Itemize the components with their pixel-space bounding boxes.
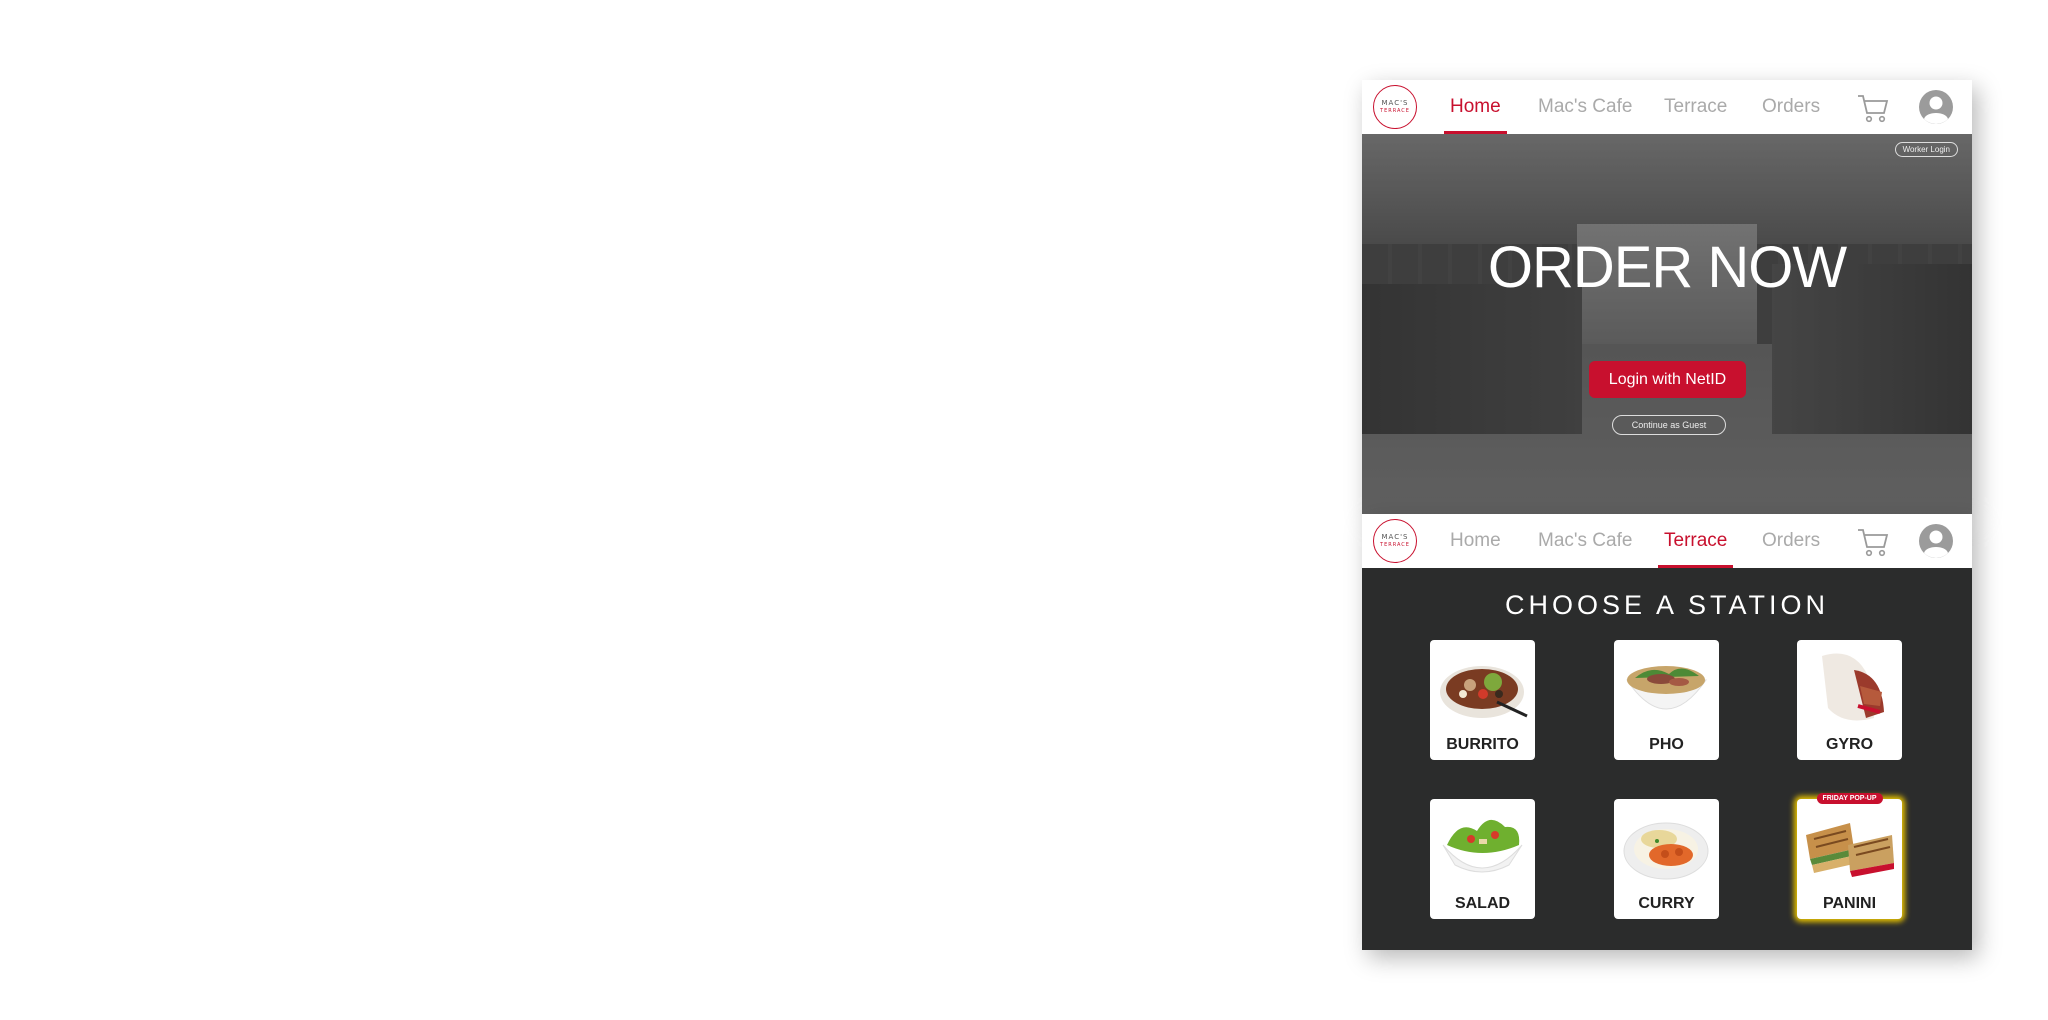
station-card-gyro[interactable]: GYRO bbox=[1797, 640, 1902, 760]
logo-text: MAC'S bbox=[1381, 99, 1409, 107]
pho-bowl-image bbox=[1626, 666, 1707, 710]
friday-popup-badge: FRIDAY POP-UP bbox=[1816, 793, 1883, 804]
station-label: PANINI bbox=[1822, 895, 1877, 912]
station-label: GYRO bbox=[1825, 736, 1874, 753]
station-card-salad[interactable]: SALAD bbox=[1430, 799, 1535, 919]
nav-home[interactable]: Home bbox=[1444, 80, 1507, 134]
logo-subtext: TERRACE bbox=[1380, 542, 1410, 548]
cart-icon[interactable] bbox=[1856, 92, 1890, 124]
profile-avatar-icon[interactable] bbox=[1919, 90, 1953, 124]
station-card-panini[interactable]: FRIDAY POP-UP PANINI bbox=[1797, 793, 1902, 919]
nav-orders[interactable]: Orders bbox=[1762, 514, 1820, 568]
nav-orders[interactable]: Orders bbox=[1762, 80, 1820, 134]
nav-terrace[interactable]: Terrace bbox=[1664, 80, 1727, 134]
gyro-image bbox=[1822, 653, 1884, 721]
cart-icon[interactable] bbox=[1856, 526, 1890, 558]
continue-as-guest-button[interactable]: Continue as Guest bbox=[1612, 415, 1726, 435]
logo[interactable]: MAC'S TERRACE bbox=[1373, 85, 1417, 129]
station-label: PHO bbox=[1649, 736, 1684, 753]
salad-image bbox=[1442, 819, 1523, 873]
station-label: BURRITO bbox=[1446, 736, 1519, 753]
login-netid-button[interactable]: Login with NetID bbox=[1589, 361, 1746, 398]
panini-image bbox=[1806, 823, 1894, 877]
logo[interactable]: MAC'S TERRACE bbox=[1373, 519, 1417, 563]
nav-home[interactable]: Home bbox=[1450, 514, 1501, 568]
profile-avatar-icon[interactable] bbox=[1919, 524, 1953, 558]
station-chooser: CHOOSE A STATION BURRITO PHO GYRO SALAD … bbox=[1362, 568, 1972, 950]
stations-title: CHOOSE A STATION bbox=[1504, 590, 1830, 620]
hero-banner: Worker Login ORDER NOW Login with NetID … bbox=[1362, 134, 1972, 514]
nav-macs-cafe[interactable]: Mac's Cafe bbox=[1538, 80, 1632, 134]
station-card-burrito[interactable]: BURRITO bbox=[1430, 640, 1535, 760]
station-label: SALAD bbox=[1454, 895, 1511, 912]
worker-login-button[interactable]: Worker Login bbox=[1894, 142, 1958, 157]
burrito-bowl-image bbox=[1440, 666, 1528, 718]
nav-terrace[interactable]: Terrace bbox=[1657, 514, 1734, 568]
curry-image bbox=[1623, 822, 1709, 880]
logo-subtext: TERRACE bbox=[1380, 108, 1410, 114]
top-navbar: MAC'S TERRACE Home Mac's Cafe Terrace Or… bbox=[1362, 80, 1972, 134]
terrace-screen: MAC'S TERRACE Home Mac's Cafe Terrace Or… bbox=[1362, 514, 1972, 950]
logo-text: MAC'S bbox=[1381, 533, 1409, 541]
station-label: CURRY bbox=[1638, 895, 1695, 912]
station-card-curry[interactable]: CURRY bbox=[1614, 799, 1719, 919]
station-card-pho[interactable]: PHO bbox=[1614, 640, 1719, 760]
second-navbar: MAC'S TERRACE Home Mac's Cafe Terrace Or… bbox=[1362, 514, 1972, 568]
home-screen: MAC'S TERRACE Home Mac's Cafe Terrace Or… bbox=[1362, 80, 1972, 514]
hero-headline: ORDER NOW bbox=[1487, 235, 1847, 300]
nav-macs-cafe[interactable]: Mac's Cafe bbox=[1538, 514, 1632, 568]
